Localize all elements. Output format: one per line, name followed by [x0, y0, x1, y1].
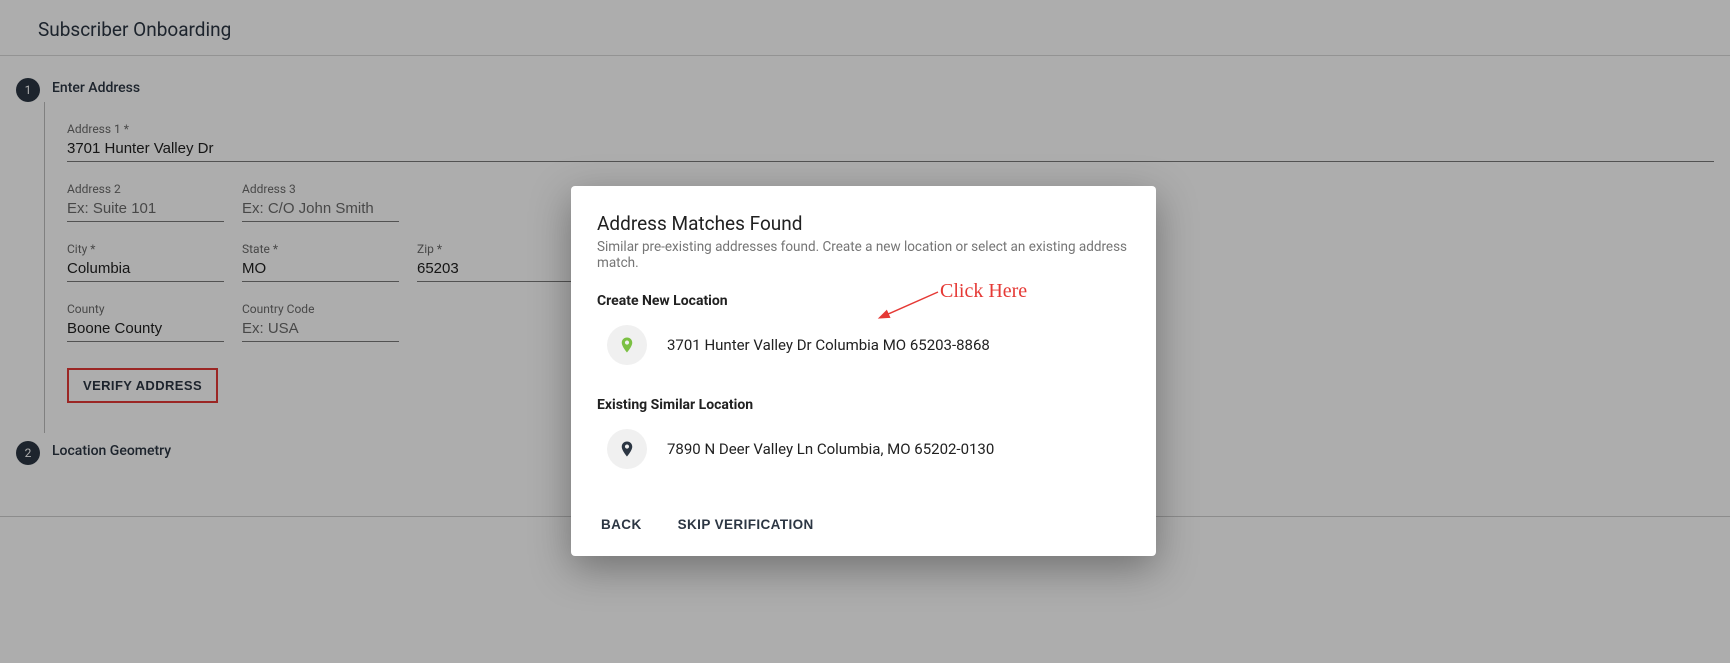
back-button[interactable]: BACK: [597, 511, 646, 538]
dialog-title: Address Matches Found: [597, 212, 1130, 235]
create-new-location-heading: Create New Location: [597, 293, 1130, 309]
create-new-location-address: 3701 Hunter Valley Dr Columbia MO 65203-…: [667, 336, 990, 354]
map-pin-existing-icon: [607, 429, 647, 469]
dialog-subtitle: Similar pre-existing addresses found. Cr…: [597, 239, 1130, 271]
create-new-location-row[interactable]: 3701 Hunter Valley Dr Columbia MO 65203-…: [597, 323, 1130, 383]
map-pin-new-icon: [607, 325, 647, 365]
existing-location-address: 7890 N Deer Valley Ln Columbia, MO 65202…: [667, 440, 994, 458]
existing-location-row[interactable]: 7890 N Deer Valley Ln Columbia, MO 65202…: [597, 427, 1130, 487]
existing-location-heading: Existing Similar Location: [597, 397, 1130, 413]
address-matches-dialog: Address Matches Found Similar pre-existi…: [571, 186, 1156, 556]
skip-verification-button[interactable]: SKIP VERIFICATION: [674, 511, 818, 538]
